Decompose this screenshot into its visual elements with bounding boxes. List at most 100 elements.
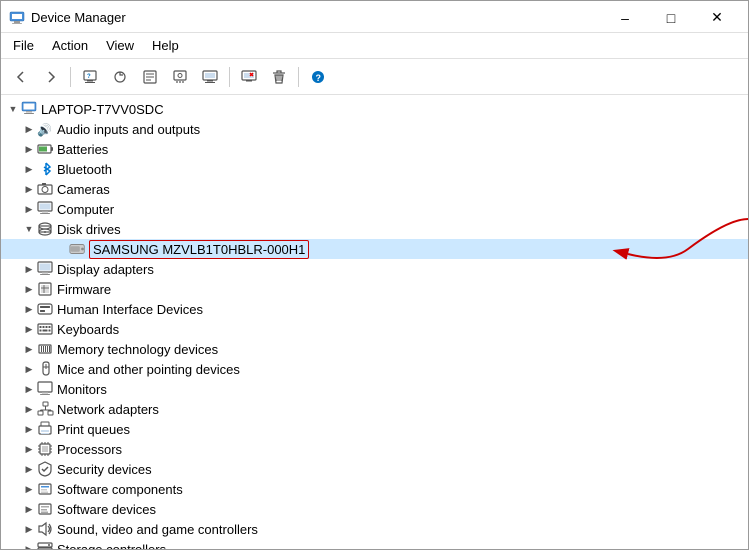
tree-item-computer[interactable]: ▶ Computer bbox=[1, 199, 748, 219]
svg-text:?: ? bbox=[316, 73, 322, 83]
expand-monitors[interactable]: ▶ bbox=[21, 381, 37, 397]
tree-item-cameras[interactable]: ▶ Cameras bbox=[1, 179, 748, 199]
menu-view[interactable]: View bbox=[98, 36, 142, 55]
tree-item-batteries[interactable]: ▶ Batteries bbox=[1, 139, 748, 159]
delete-button[interactable] bbox=[265, 64, 293, 90]
expand-security[interactable]: ▶ bbox=[21, 461, 37, 477]
softwaredev-icon bbox=[37, 501, 55, 517]
toolbar-separator-3 bbox=[298, 67, 299, 87]
computer-cat-icon bbox=[37, 201, 55, 217]
softwarecomp-label: Software components bbox=[57, 482, 183, 497]
minimize-button[interactable]: – bbox=[602, 2, 648, 34]
menu-bar: File Action View Help bbox=[1, 33, 748, 59]
bluetooth-label: Bluetooth bbox=[57, 162, 112, 177]
monitors-label: Monitors bbox=[57, 382, 107, 397]
expand-hid[interactable]: ▶ bbox=[21, 301, 37, 317]
network-label: Network adapters bbox=[57, 402, 159, 417]
bluetooth-icon bbox=[37, 161, 55, 177]
tree-item-audio[interactable]: ▶ 🔊 Audio inputs and outputs bbox=[1, 119, 748, 139]
tree-item-sound[interactable]: ▶ Sound, video and game controllers bbox=[1, 519, 748, 539]
show-hidden-button[interactable]: ? bbox=[76, 64, 104, 90]
menu-help[interactable]: Help bbox=[144, 36, 187, 55]
security-icon bbox=[37, 461, 55, 477]
tree-item-display[interactable]: ▶ Display adapters bbox=[1, 259, 748, 279]
tree-item-storage[interactable]: ▶ Storage controllers bbox=[1, 539, 748, 549]
tree-item-print[interactable]: ▶ Print queues bbox=[1, 419, 748, 439]
tree-item-softwaredev[interactable]: ▶ Software devices bbox=[1, 499, 748, 519]
tree-item-root[interactable]: ▼ LAPTOP-T7VV0SDC bbox=[1, 99, 748, 119]
expand-computer[interactable]: ▶ bbox=[21, 201, 37, 217]
tree-item-mice[interactable]: ▶ Mice and other pointing devices bbox=[1, 359, 748, 379]
menu-action[interactable]: Action bbox=[44, 36, 96, 55]
expand-keyboards[interactable]: ▶ bbox=[21, 321, 37, 337]
security-label: Security devices bbox=[57, 462, 152, 477]
keyboards-label: Keyboards bbox=[57, 322, 119, 337]
expand-bluetooth[interactable]: ▶ bbox=[21, 161, 37, 177]
expand-memory[interactable]: ▶ bbox=[21, 341, 37, 357]
maximize-button[interactable]: □ bbox=[648, 2, 694, 34]
uninstall-button[interactable] bbox=[235, 64, 263, 90]
tree-pane[interactable]: ▼ LAPTOP-T7VV0SDC ▶ 🔊 Audio input bbox=[1, 95, 748, 549]
tree-item-keyboards[interactable]: ▶ Keyboards bbox=[1, 319, 748, 339]
tree-item-security[interactable]: ▶ Security devices bbox=[1, 459, 748, 479]
help-button[interactable]: ? bbox=[304, 64, 332, 90]
storage-label: Storage controllers bbox=[57, 542, 166, 550]
window-controls: – □ ✕ bbox=[602, 2, 740, 34]
computer-cat-label: Computer bbox=[57, 202, 114, 217]
toolbar-separator-1 bbox=[70, 67, 71, 87]
mice-icon bbox=[37, 361, 55, 377]
processors-icon bbox=[37, 441, 55, 457]
properties-button[interactable] bbox=[136, 64, 164, 90]
back-button[interactable] bbox=[7, 64, 35, 90]
tree-item-softwarecomp[interactable]: ▶ Software components bbox=[1, 479, 748, 499]
device-manager-window: Device Manager – □ ✕ File Action View He… bbox=[0, 0, 749, 550]
tree-item-firmware[interactable]: ▶ Firmware bbox=[1, 279, 748, 299]
print-icon bbox=[37, 421, 55, 437]
keyboard-icon bbox=[37, 321, 55, 337]
expand-softwarecomp[interactable]: ▶ bbox=[21, 481, 37, 497]
computer-icon bbox=[21, 101, 39, 117]
menu-file[interactable]: File bbox=[5, 36, 42, 55]
tree-item-processors[interactable]: ▶ bbox=[1, 439, 748, 459]
computer-button[interactable] bbox=[196, 64, 224, 90]
expand-storage[interactable]: ▶ bbox=[21, 541, 37, 549]
softwarecomp-icon bbox=[37, 481, 55, 497]
expand-audio[interactable]: ▶ bbox=[21, 121, 37, 137]
tree-item-samsung[interactable]: ▶ SAMSUNG MZVLB1T0HBLR-000H1 bbox=[1, 239, 748, 259]
expand-print[interactable]: ▶ bbox=[21, 421, 37, 437]
forward-button[interactable] bbox=[37, 64, 65, 90]
expand-batteries[interactable]: ▶ bbox=[21, 141, 37, 157]
expand-mice[interactable]: ▶ bbox=[21, 361, 37, 377]
expand-diskdrives[interactable]: ▼ bbox=[21, 221, 37, 237]
expand-display[interactable]: ▶ bbox=[21, 261, 37, 277]
scan-button[interactable] bbox=[166, 64, 194, 90]
expand-firmware[interactable]: ▶ bbox=[21, 281, 37, 297]
close-button[interactable]: ✕ bbox=[694, 2, 740, 34]
expand-cameras[interactable]: ▶ bbox=[21, 181, 37, 197]
expand-processors[interactable]: ▶ bbox=[21, 441, 37, 457]
softwaredev-label: Software devices bbox=[57, 502, 156, 517]
tree-item-hid[interactable]: ▶ Human Interface Devices bbox=[1, 299, 748, 319]
storage-icon bbox=[37, 541, 55, 549]
title-bar: Device Manager – □ ✕ bbox=[1, 1, 748, 33]
svg-text:?: ? bbox=[87, 74, 91, 80]
tree-item-network[interactable]: ▶ Network adapters bbox=[1, 399, 748, 419]
mice-label: Mice and other pointing devices bbox=[57, 362, 240, 377]
display-icon bbox=[37, 261, 55, 277]
expand-sound[interactable]: ▶ bbox=[21, 521, 37, 537]
tree-item-memory[interactable]: ▶ Memory technology devices bbox=[1, 339, 748, 359]
root-label: LAPTOP-T7VV0SDC bbox=[41, 102, 164, 117]
cameras-icon bbox=[37, 181, 55, 197]
hid-icon bbox=[37, 301, 55, 317]
hid-label: Human Interface Devices bbox=[57, 302, 203, 317]
tree-item-monitors[interactable]: ▶ Monitors bbox=[1, 379, 748, 399]
diskdrives-label: Disk drives bbox=[57, 222, 121, 237]
display-label: Display adapters bbox=[57, 262, 154, 277]
tree-item-bluetooth[interactable]: ▶ Bluetooth bbox=[1, 159, 748, 179]
expand-root[interactable]: ▼ bbox=[5, 101, 21, 117]
update-button[interactable] bbox=[106, 64, 134, 90]
expand-network[interactable]: ▶ bbox=[21, 401, 37, 417]
processors-label: Processors bbox=[57, 442, 122, 457]
tree-item-diskdrives[interactable]: ▼ Disk drives bbox=[1, 219, 748, 239]
expand-softwaredev[interactable]: ▶ bbox=[21, 501, 37, 517]
